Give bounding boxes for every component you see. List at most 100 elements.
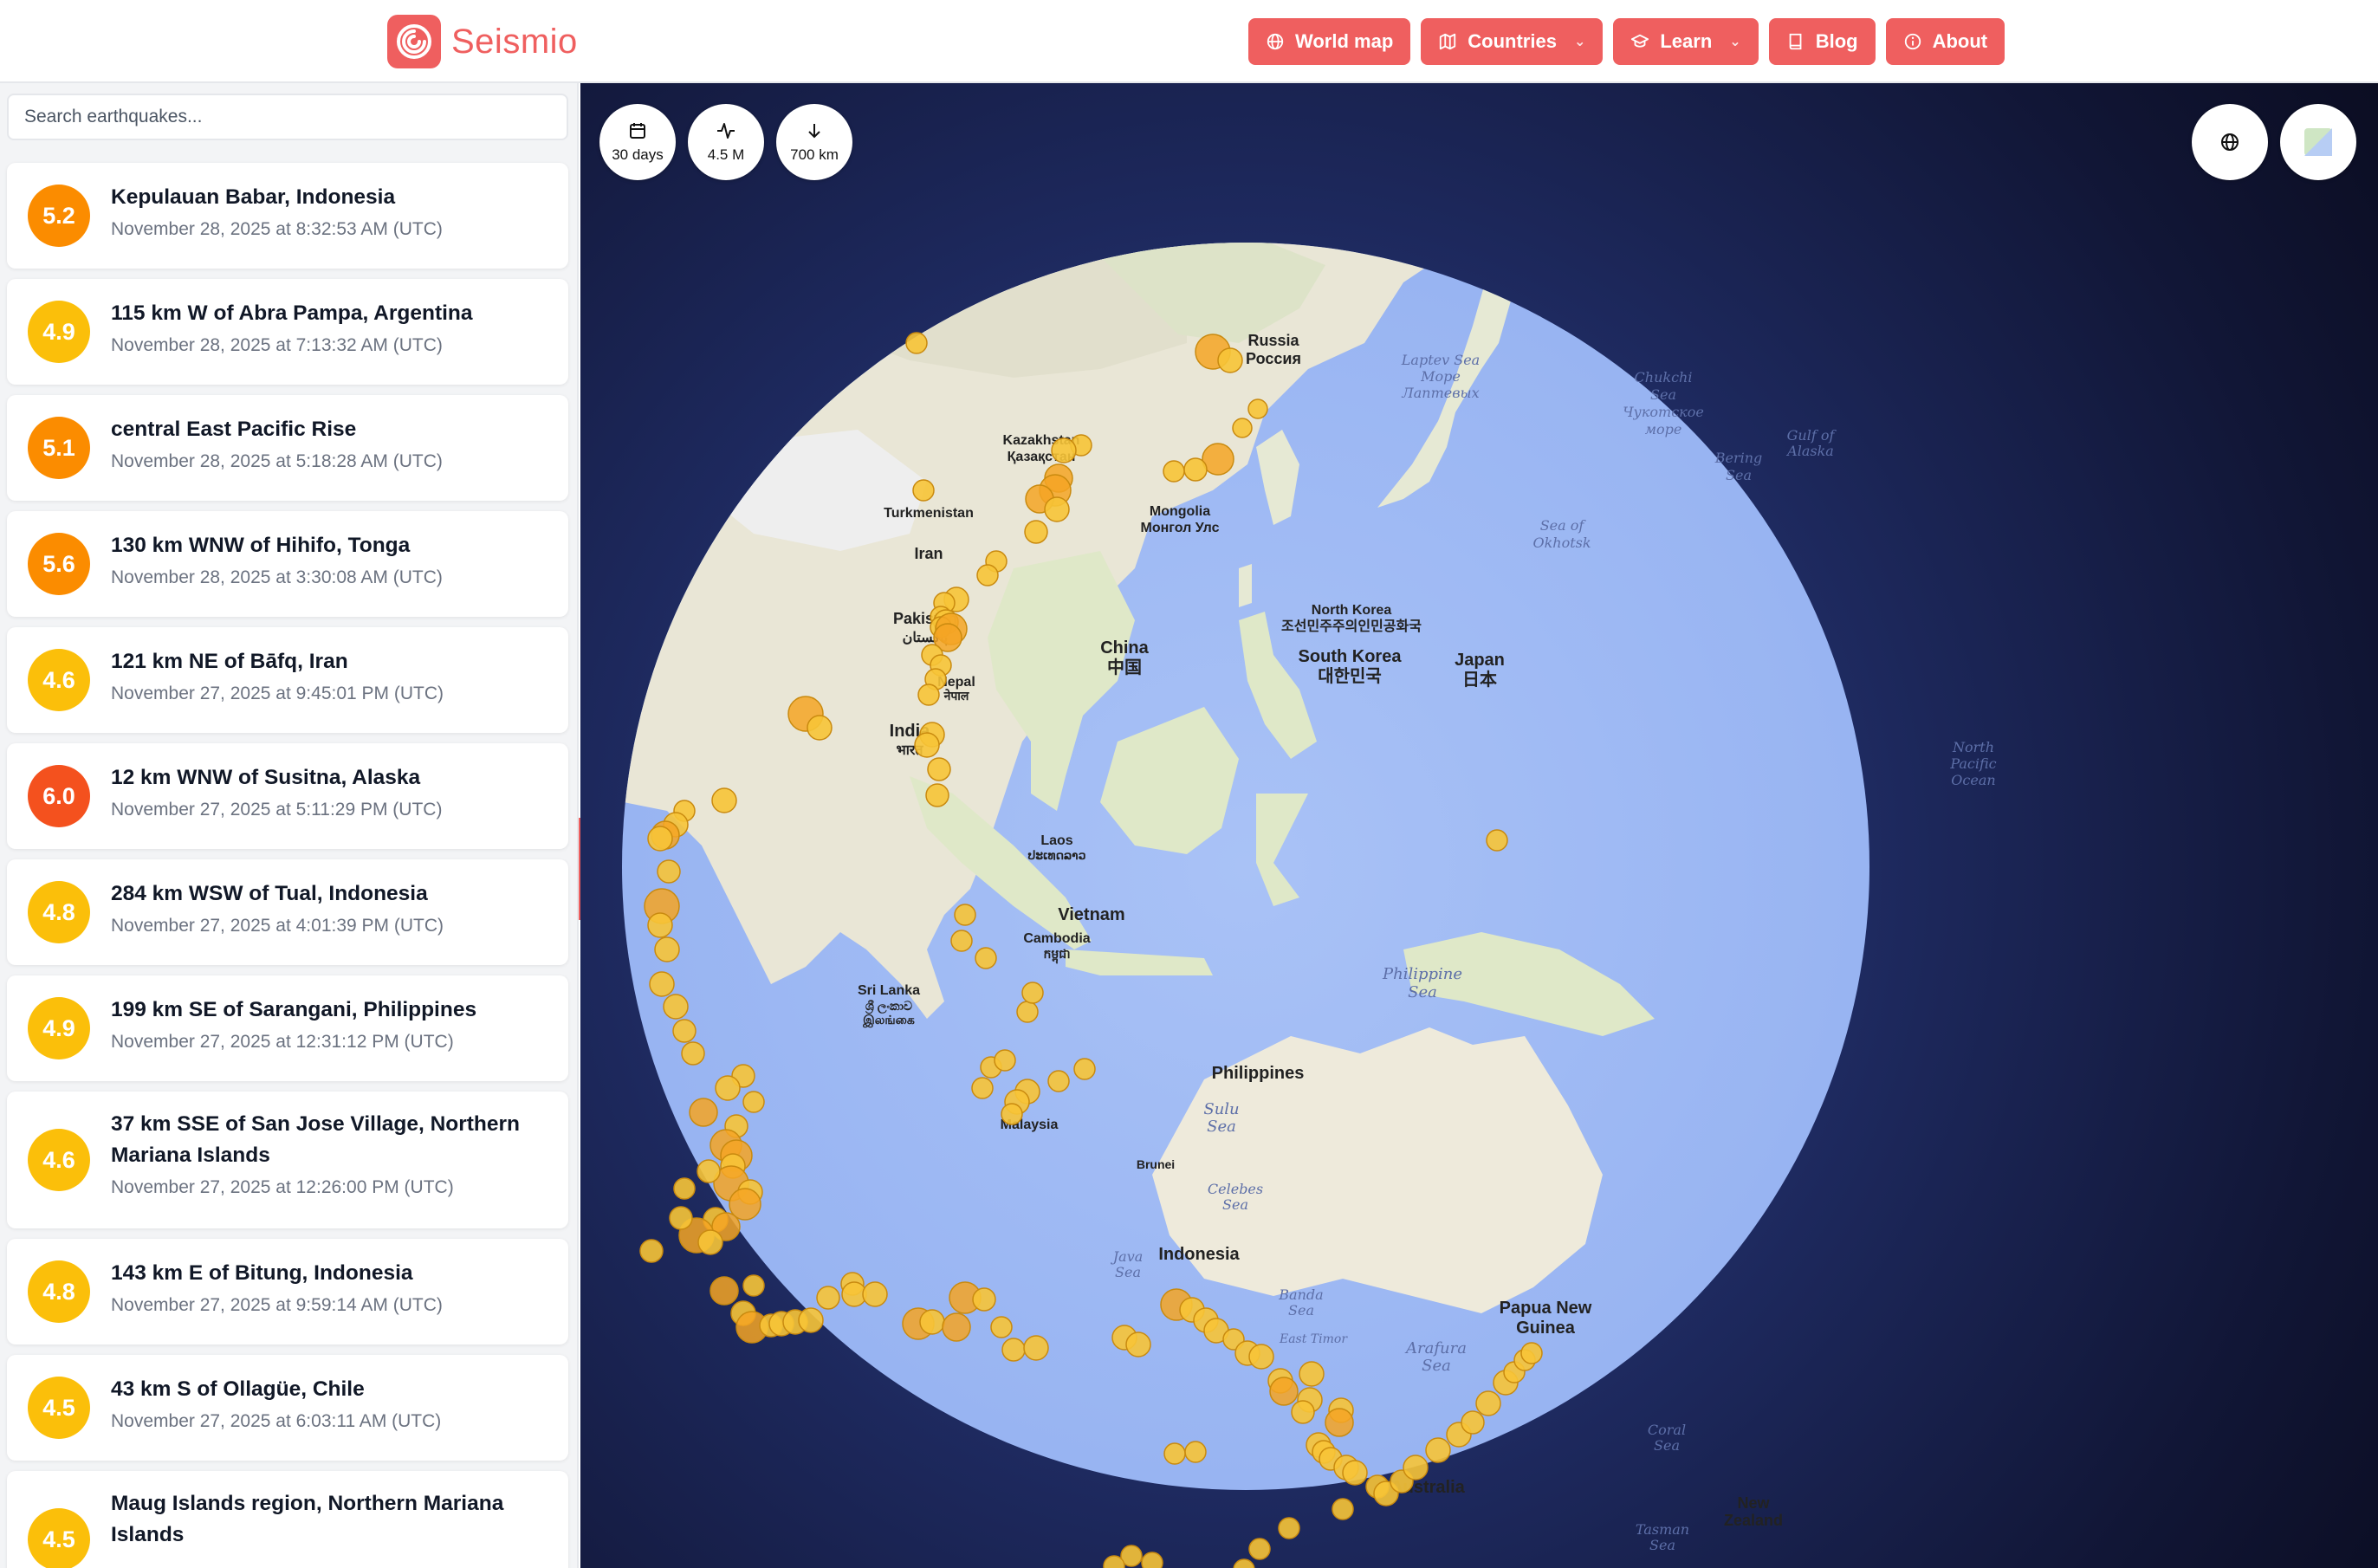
earthquake-marker[interactable] xyxy=(1141,1552,1163,1568)
earthquake-marker[interactable] xyxy=(1073,1058,1096,1080)
earthquake-marker[interactable] xyxy=(862,1281,888,1307)
earthquake-marker[interactable] xyxy=(1184,1441,1207,1463)
earthquake-marker[interactable] xyxy=(649,971,675,997)
earthquake-marker[interactable] xyxy=(681,1041,705,1066)
earthquake-marker[interactable] xyxy=(1461,1410,1485,1435)
earthquake-marker[interactable] xyxy=(917,684,940,706)
earthquake-marker[interactable] xyxy=(1021,982,1044,1004)
earthquake-marker[interactable] xyxy=(950,930,973,952)
earthquake-marker[interactable] xyxy=(689,1098,718,1127)
earthquake-list-item[interactable]: 4.6 121 km NE of Bāfq, Iran November 27, 2… xyxy=(7,627,568,733)
earthquake-marker[interactable] xyxy=(1342,1460,1368,1486)
earthquake-marker[interactable] xyxy=(1016,1001,1039,1023)
nav-about-button[interactable]: About xyxy=(1885,18,2005,65)
earthquake-marker[interactable] xyxy=(1183,457,1208,482)
earthquake-marker[interactable] xyxy=(954,904,976,926)
earthquake-marker[interactable] xyxy=(1163,460,1185,483)
earthquake-marker[interactable] xyxy=(914,732,940,758)
earthquake-marker[interactable] xyxy=(1299,1361,1325,1387)
earthquake-marker[interactable] xyxy=(1125,1332,1151,1357)
earthquake-marker[interactable] xyxy=(1269,1377,1299,1406)
earthquake-list-item[interactable]: 4.5 43 km S of Ollagüe, Chile November 27,… xyxy=(7,1355,568,1461)
earthquake-marker[interactable] xyxy=(1001,1338,1026,1362)
search-input[interactable] xyxy=(7,94,568,140)
earthquake-marker[interactable] xyxy=(972,1287,996,1312)
earthquake-marker[interactable] xyxy=(639,1239,664,1263)
earthquake-marker[interactable] xyxy=(1486,829,1508,852)
earthquake-marker[interactable] xyxy=(905,332,928,354)
earthquake-list-item[interactable]: 5.6 130 km WNW of Hihifo, Tonga November 2… xyxy=(7,511,568,617)
earthquake-marker[interactable] xyxy=(654,936,680,962)
earthquake-marker[interactable] xyxy=(1248,1344,1274,1370)
earthquake-marker[interactable] xyxy=(1248,1538,1271,1560)
earthquake-marker[interactable] xyxy=(657,859,681,884)
earthquake-marker[interactable] xyxy=(971,1077,994,1099)
earthquake-marker[interactable] xyxy=(669,1206,693,1230)
map-style-button[interactable] xyxy=(2280,104,2356,180)
earthquake-marker[interactable] xyxy=(1475,1390,1501,1416)
earthquake-list-item[interactable]: 4.9 115 km W of Abra Pampa, Argentina Nove… xyxy=(7,279,568,385)
earthquake-marker[interactable] xyxy=(927,757,951,781)
magnitude-filter[interactable]: 4.5 M xyxy=(688,104,764,180)
earthquake-marker[interactable] xyxy=(1425,1437,1451,1463)
earthquake-marker[interactable] xyxy=(975,947,997,969)
nav-learn-button[interactable]: Learn ⌄ xyxy=(1613,18,1759,65)
earthquake-marker[interactable] xyxy=(1001,1103,1023,1125)
globe-map[interactable]: Russia Россия Kazakhstan Қазақстан Turkm… xyxy=(580,83,2378,1568)
earthquake-marker[interactable] xyxy=(1044,496,1070,522)
earthquake-marker[interactable] xyxy=(816,1286,840,1310)
earthquake-marker[interactable] xyxy=(919,1309,945,1335)
earthquake-marker[interactable] xyxy=(711,787,737,813)
earthquake-marker[interactable] xyxy=(1403,1455,1429,1481)
earthquake-list-item[interactable]: 4.6 37 km SSE of San Jose Village, Northe… xyxy=(7,1092,568,1228)
earthquake-list-item[interactable]: 4.5 Maug Islands region, Northern Mariana… xyxy=(7,1471,568,1568)
earthquake-marker[interactable] xyxy=(1232,418,1253,438)
earthquake-marker[interactable] xyxy=(663,994,689,1020)
earthquake-list-item[interactable]: 5.1 central East Pacific Rise November 28,… xyxy=(7,395,568,501)
earthquake-marker[interactable] xyxy=(807,715,833,741)
earthquake-marker[interactable] xyxy=(1332,1498,1354,1520)
earthquake-list-item[interactable]: 4.8 143 km E of Bitung, Indonesia November… xyxy=(7,1239,568,1344)
earthquake-marker[interactable] xyxy=(1233,1558,1255,1568)
nav-countries-button[interactable]: Countries ⌄ xyxy=(1421,18,1604,65)
earthquake-marker[interactable] xyxy=(697,1229,723,1255)
earthquake-marker[interactable] xyxy=(1291,1400,1315,1424)
earthquake-marker[interactable] xyxy=(1325,1408,1354,1437)
time-range-filter[interactable]: 30 days xyxy=(599,104,676,180)
earthquake-marker[interactable] xyxy=(925,783,949,807)
earthquake-marker[interactable] xyxy=(990,1316,1013,1338)
nav-world-map-button[interactable]: World map xyxy=(1248,18,1411,65)
earthquake-marker[interactable] xyxy=(673,1177,696,1200)
earthquake-marker[interactable] xyxy=(994,1049,1016,1072)
earthquake-marker[interactable] xyxy=(742,1274,765,1297)
projection-toggle-button[interactable] xyxy=(2192,104,2268,180)
earthquake-marker[interactable] xyxy=(1023,1335,1049,1361)
earthquake-marker[interactable] xyxy=(1024,520,1048,544)
earthquake-list-item[interactable]: 6.0 12 km WNW of Susitna, Alaska November … xyxy=(7,743,568,849)
earthquake-marker[interactable] xyxy=(942,1312,971,1342)
earthquake-marker[interactable] xyxy=(742,1091,765,1113)
earthquake-marker[interactable] xyxy=(1247,398,1268,419)
earthquake-marker[interactable] xyxy=(697,1159,721,1183)
earthquake-marker[interactable] xyxy=(647,912,673,938)
depth-filter[interactable]: 700 km xyxy=(776,104,852,180)
globe[interactable]: Russia Россия Kazakhstan Қазақстан Turkm… xyxy=(580,83,2378,1568)
earthquake-marker[interactable] xyxy=(647,826,673,852)
earthquake-list-item[interactable]: 4.8 284 km WSW of Tual, Indonesia November… xyxy=(7,859,568,965)
logo[interactable]: Seismio xyxy=(387,15,578,68)
earthquake-marker[interactable] xyxy=(976,564,999,586)
earthquake-marker[interactable] xyxy=(912,479,935,502)
earthquake-marker[interactable] xyxy=(1051,437,1077,463)
earthquake-marker[interactable] xyxy=(1278,1517,1300,1539)
nav-blog-button[interactable]: Blog xyxy=(1768,18,1876,65)
earthquake-marker[interactable] xyxy=(715,1075,741,1101)
earthquake-marker[interactable] xyxy=(1217,347,1243,373)
earthquake-list-item[interactable]: 4.9 199 km SE of Sarangani, Philippines No… xyxy=(7,975,568,1081)
earthquake-marker[interactable] xyxy=(798,1307,824,1333)
earthquake-marker[interactable] xyxy=(1163,1442,1186,1465)
earthquake-list-item[interactable]: 5.2 Kepulauan Babar, Indonesia November 28… xyxy=(7,163,568,269)
earthquake-marker[interactable] xyxy=(672,1019,697,1043)
earthquake-marker[interactable] xyxy=(1047,1070,1070,1092)
earthquake-marker[interactable] xyxy=(710,1276,739,1306)
earthquake-marker[interactable] xyxy=(1520,1342,1543,1364)
